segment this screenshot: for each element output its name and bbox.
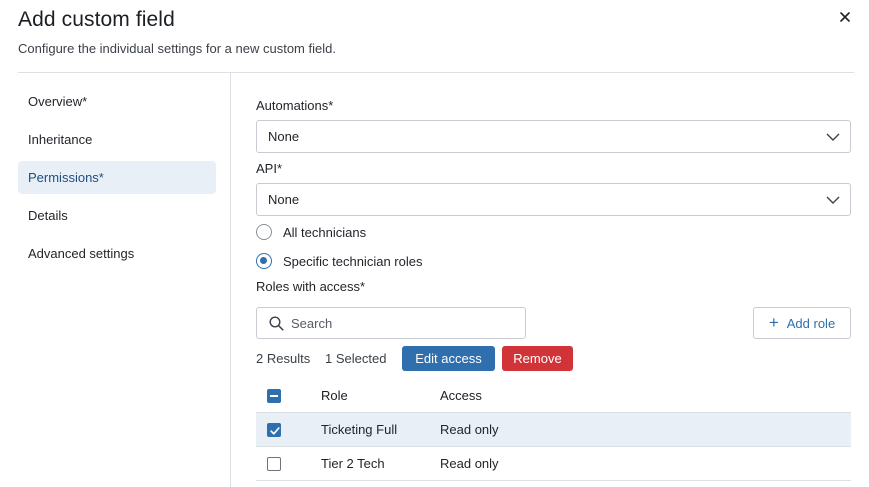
radio-button-selected[interactable] <box>256 253 272 269</box>
plus-icon: + <box>768 313 779 332</box>
roles-table: Role Access Ticketing Full Read only Tie… <box>256 379 851 481</box>
role-cell: Ticketing Full <box>321 422 398 437</box>
checkmark-icon <box>270 426 280 435</box>
automations-label: Automations* <box>256 98 334 113</box>
role-search-box <box>256 307 526 339</box>
access-cell: Read only <box>440 456 499 471</box>
search-input[interactable] <box>291 315 511 331</box>
column-header-role[interactable]: Role <box>321 388 440 403</box>
table-header-row: Role Access <box>256 379 851 413</box>
radio-all-technicians[interactable]: All technicians <box>256 224 366 240</box>
sidebar-nav: Overview* Inheritance Permissions* Detai… <box>18 85 216 275</box>
remove-button[interactable]: Remove <box>502 346 573 371</box>
sidebar-item-overview[interactable]: Overview* <box>18 85 216 118</box>
header-divider <box>18 72 854 73</box>
close-button[interactable] <box>834 6 856 28</box>
edit-access-button[interactable]: Edit access <box>402 346 495 371</box>
radio-specific-roles[interactable]: Specific technician roles <box>256 253 422 269</box>
automations-select[interactable]: None <box>256 120 851 153</box>
row-checkbox[interactable] <box>267 456 281 471</box>
sidebar-item-inheritance[interactable]: Inheritance <box>18 123 216 156</box>
table-row[interactable]: Tier 2 Tech Read only <box>256 447 851 481</box>
chevron-down-icon <box>826 196 840 204</box>
api-select[interactable]: None <box>256 183 851 216</box>
results-count: 2 Results <box>256 351 311 366</box>
role-cell: Tier 2 Tech <box>321 456 385 471</box>
radio-specific-roles-label: Specific technician roles <box>283 253 423 269</box>
api-value: None <box>268 192 300 207</box>
search-icon <box>269 315 284 331</box>
access-cell: Read only <box>440 422 499 437</box>
selected-count: 1 Selected <box>325 351 387 366</box>
dialog-subtitle: Configure the individual settings for a … <box>18 41 336 56</box>
select-all-checkbox[interactable] <box>267 388 281 403</box>
sidebar-divider <box>230 73 231 487</box>
table-row[interactable]: Ticketing Full Read only <box>256 413 851 447</box>
sidebar-item-details[interactable]: Details <box>18 199 216 232</box>
add-role-button[interactable]: + Add role <box>753 307 851 339</box>
sidebar-item-permissions[interactable]: Permissions* <box>18 161 216 194</box>
add-role-label: Add role <box>786 315 836 331</box>
row-checkbox[interactable] <box>267 422 281 437</box>
chevron-down-icon <box>826 133 840 141</box>
column-header-access[interactable]: Access <box>440 388 482 403</box>
radio-all-technicians-label: All technicians <box>283 224 367 240</box>
api-label: API* <box>256 161 283 176</box>
automations-value: None <box>268 129 300 144</box>
dialog-title: Add custom field <box>18 8 175 31</box>
roles-with-access-label: Roles with access* <box>256 279 366 294</box>
radio-button[interactable] <box>256 224 272 240</box>
sidebar-item-advanced-settings[interactable]: Advanced settings <box>18 237 216 270</box>
close-icon <box>840 12 850 22</box>
